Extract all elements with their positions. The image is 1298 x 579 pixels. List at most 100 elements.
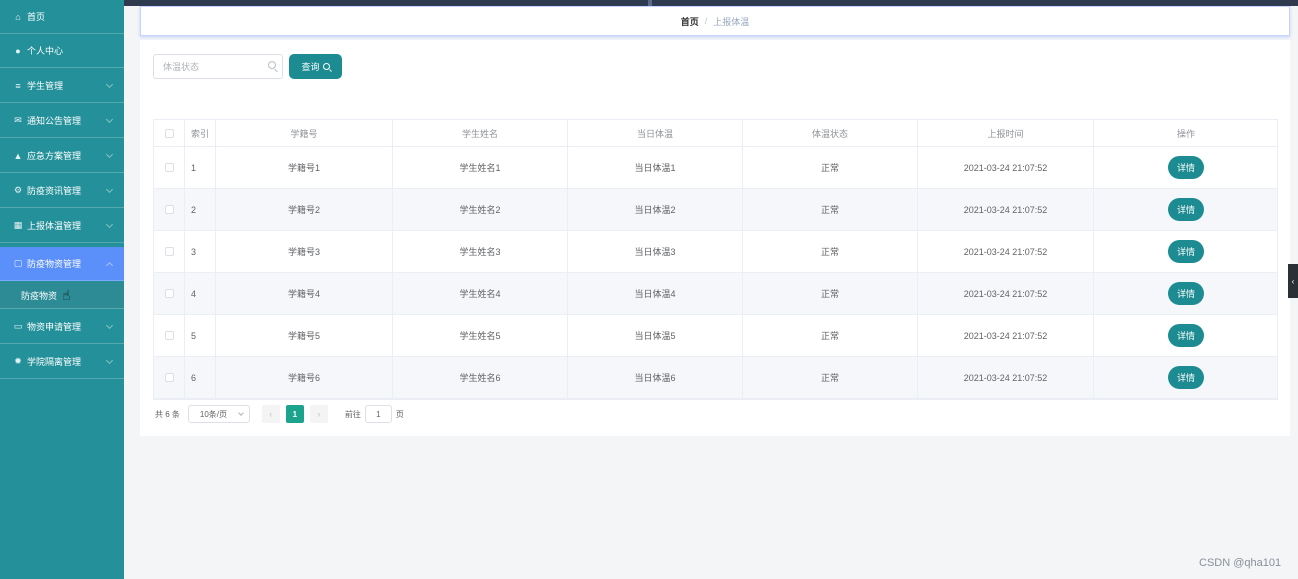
chevron-down-icon — [105, 220, 114, 229]
sidebar-item-temperature-report[interactable]: ▦ 上报体温管理 — [0, 209, 124, 243]
row-checkbox[interactable] — [164, 163, 174, 172]
breadcrumb-separator: / — [704, 16, 708, 26]
table-row: 5 学籍号5 学生姓名5 当日体温5 正常 2021-03-24 21:07:5… — [154, 315, 1277, 357]
detail-button[interactable]: 详情 — [1168, 240, 1204, 263]
index-cell: 2 — [185, 189, 216, 230]
status-cell: 正常 — [743, 231, 918, 272]
chevron-down-icon — [105, 115, 114, 124]
row-checkbox[interactable] — [164, 331, 174, 340]
name-cell: 学生姓名1 — [393, 147, 568, 188]
chart-icon: ▦ — [13, 220, 23, 230]
detail-button[interactable]: 详情 — [1168, 282, 1204, 305]
column-header-student-id: 学籍号 — [216, 120, 393, 146]
page-size-select[interactable]: 10条/页 — [187, 405, 250, 423]
detail-button[interactable]: 详情 — [1168, 156, 1204, 179]
row-select-cell — [154, 315, 185, 356]
sidebar-item-epidemic-news[interactable]: ⚙ 防疫资讯管理 — [0, 174, 124, 208]
query-button-label: 查询 — [301, 62, 320, 72]
table-header-row: 索引 学籍号 学生姓名 当日体温 体温状态 上报时间 操作 — [154, 120, 1277, 147]
cog-icon: ✹ — [14, 356, 22, 366]
select-all-checkbox[interactable] — [164, 128, 174, 138]
row-checkbox[interactable] — [164, 373, 174, 382]
goto-label: 前往 — [344, 409, 361, 419]
row-checkbox[interactable] — [164, 247, 174, 256]
status-cell: 正常 — [743, 147, 918, 188]
chevron-down-icon — [105, 321, 114, 330]
sidebar-item-isolation-management[interactable]: ✹ 学院隔离管理 — [0, 345, 124, 379]
prev-page-button[interactable]: ‹ — [261, 405, 280, 423]
detail-button[interactable]: 详情 — [1168, 324, 1204, 347]
column-header-index: 索引 — [185, 120, 216, 146]
row-select-cell — [154, 147, 185, 188]
table-row: 6 学籍号6 学生姓名6 当日体温6 正常 2021-03-24 21:07:5… — [154, 357, 1277, 399]
column-header-report-time: 上报时间 — [918, 120, 1094, 146]
report-time-cell: 2021-03-24 21:07:52 — [918, 231, 1094, 272]
name-cell: 学生姓名4 — [393, 273, 568, 314]
student-id-cell: 学籍号4 — [216, 273, 393, 314]
student-id-cell: 学籍号3 — [216, 231, 393, 272]
sidebar-item-supplies-management[interactable]: ▢ 防疫物资管理 — [0, 247, 124, 281]
temperature-status-search-input[interactable]: 体温状态 — [153, 54, 283, 79]
goto-page-input[interactable]: 1 — [364, 405, 392, 423]
status-cell: 正常 — [743, 189, 918, 230]
actions-cell: 详情 — [1094, 273, 1278, 314]
list-icon: ≡ — [15, 80, 21, 91]
row-select-cell — [154, 273, 185, 314]
chevron-down-icon — [105, 150, 114, 159]
page-number-1[interactable]: 1 — [285, 405, 304, 423]
report-time-cell: 2021-03-24 21:07:52 — [918, 273, 1094, 314]
sidebar-item-emergency-plan[interactable]: ▲ 应急方案管理 — [0, 139, 124, 173]
column-header-status: 体温状态 — [743, 120, 918, 146]
breadcrumb-home[interactable]: 首页 — [681, 15, 699, 28]
status-cell: 正常 — [743, 357, 918, 398]
page-unit-label: 页 — [395, 409, 404, 419]
temperature-cell: 当日体温5 — [568, 315, 743, 356]
query-button[interactable]: 查询 — [289, 54, 342, 79]
user-icon: ● — [15, 45, 21, 56]
sidebar-item-notice-management[interactable]: ✉ 通知公告管理 — [0, 104, 124, 138]
sidebar-item-personal-center[interactable]: ● 个人中心 — [0, 34, 124, 68]
home-icon: ⌂ — [15, 11, 21, 22]
sidebar-item-supplies-application[interactable]: ▭ 物资申请管理 — [0, 310, 124, 344]
search-placeholder: 体温状态 — [163, 62, 200, 72]
temperature-cell: 当日体温4 — [568, 273, 743, 314]
index-cell: 3 — [185, 231, 216, 272]
row-checkbox[interactable] — [164, 289, 174, 298]
report-time-cell: 2021-03-24 21:07:52 — [918, 315, 1094, 356]
index-cell: 4 — [185, 273, 216, 314]
detail-button[interactable]: 详情 — [1168, 198, 1204, 221]
sidebar-item-label: 上报体温管理 — [27, 221, 82, 231]
sidebar-item-label: 个人中心 — [27, 46, 64, 56]
chevron-left-icon: ‹ — [1291, 276, 1295, 286]
index-cell: 1 — [185, 147, 216, 188]
sidebar-item-student-management[interactable]: ≡ 学生管理 — [0, 69, 124, 103]
student-id-cell: 学籍号5 — [216, 315, 393, 356]
sidebar-item-home[interactable]: ⌂ 首页 — [0, 0, 124, 34]
sidebar-subitem-label: 防疫物资 — [21, 290, 58, 301]
status-cell: 正常 — [743, 315, 918, 356]
chevron-down-icon — [105, 356, 114, 365]
column-header-temperature: 当日体温 — [568, 120, 743, 146]
select-all-cell — [154, 120, 185, 146]
doc-icon: ▢ — [13, 258, 23, 268]
table-row: 4 学籍号4 学生姓名4 当日体温4 正常 2021-03-24 21:07:5… — [154, 273, 1277, 315]
detail-button[interactable]: 详情 — [1168, 366, 1204, 389]
name-cell: 学生姓名5 — [393, 315, 568, 356]
breadcrumb-current: 上报体温 — [713, 16, 750, 27]
table-row: 1 学籍号1 学生姓名1 当日体温1 正常 2021-03-24 21:07:5… — [154, 147, 1277, 189]
student-id-cell: 学籍号1 — [216, 147, 393, 188]
status-cell: 正常 — [743, 273, 918, 314]
next-page-button[interactable]: › — [309, 405, 328, 423]
sidebar-item-label: 首页 — [27, 12, 46, 22]
row-checkbox[interactable] — [164, 205, 174, 214]
pagination: 共 6 条 10条/页 ‹ 1 › 前往 1 页 — [155, 405, 404, 423]
name-cell: 学生姓名3 — [393, 231, 568, 272]
side-drawer-toggle[interactable]: ‹ — [1288, 264, 1298, 298]
actions-cell: 详情 — [1094, 231, 1278, 272]
sidebar-item-label: 学生管理 — [27, 81, 64, 91]
form-icon: ▭ — [13, 321, 23, 331]
report-time-cell: 2021-03-24 21:07:52 — [918, 189, 1094, 230]
page-size-value: 10条/页 — [199, 409, 228, 419]
row-select-cell — [154, 231, 185, 272]
actions-cell: 详情 — [1094, 189, 1278, 230]
